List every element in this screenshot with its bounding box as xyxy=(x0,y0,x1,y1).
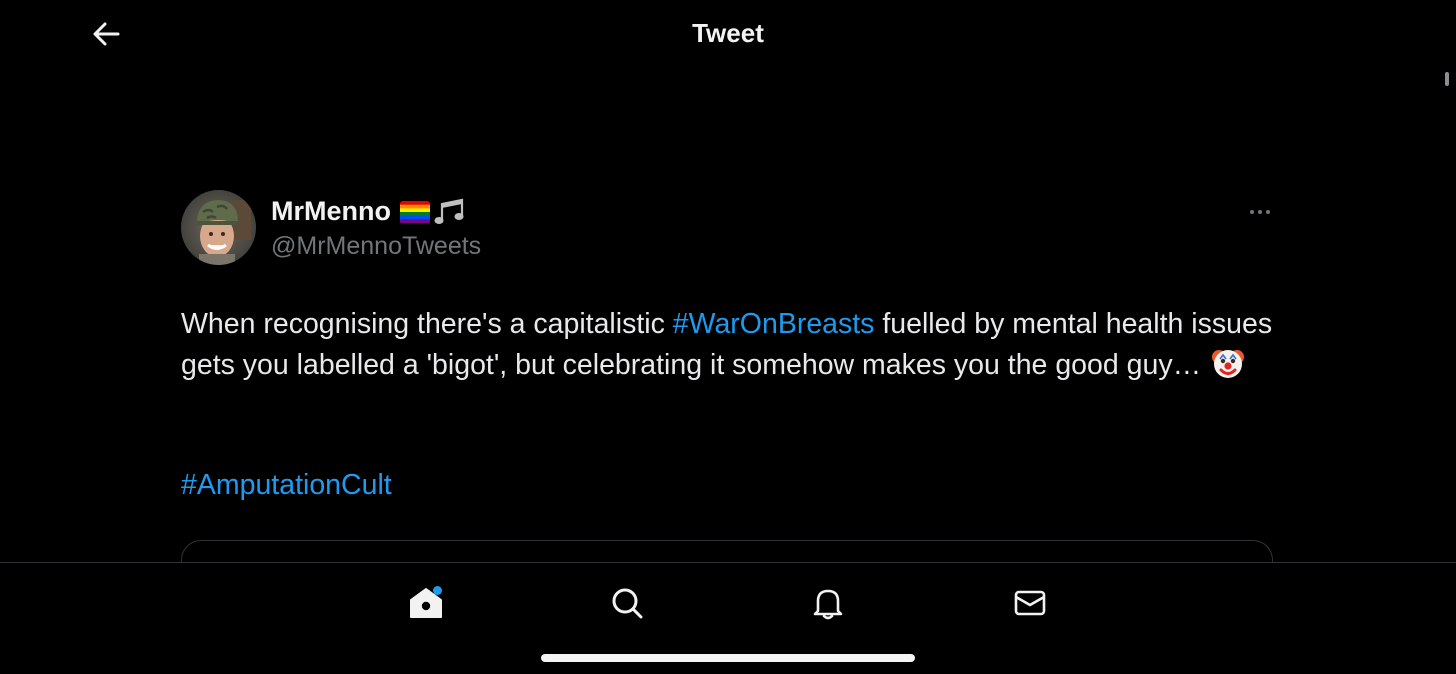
search-icon xyxy=(612,588,643,619)
more-dot-icon xyxy=(1250,210,1254,214)
hashtag-link[interactable]: #AmputationCult xyxy=(181,465,392,505)
musical-notes-icon xyxy=(434,198,464,224)
clown-face-icon xyxy=(1212,349,1245,378)
author-handle[interactable]: @MrMennoTweets xyxy=(271,232,481,261)
page-title: Tweet xyxy=(692,18,764,48)
more-options-button[interactable] xyxy=(1245,200,1275,224)
nav-home-button[interactable] xyxy=(404,581,448,625)
top-header: Tweet xyxy=(0,0,1456,70)
name-emojis xyxy=(400,198,468,226)
tweet-text-part: When recognising there's a capitalistic xyxy=(181,308,673,340)
avatar[interactable] xyxy=(181,190,256,265)
mail-icon xyxy=(1014,590,1046,616)
home-indicator[interactable] xyxy=(541,654,915,662)
more-dot-icon xyxy=(1266,210,1270,214)
hashtag-link[interactable]: #WarOnBreasts xyxy=(673,308,875,340)
bell-icon xyxy=(813,589,843,620)
notification-dot xyxy=(433,586,442,595)
rainbow-flag-icon xyxy=(400,201,430,223)
bottom-nav xyxy=(0,562,1456,674)
nav-search-button[interactable] xyxy=(605,581,649,625)
tweet-body: When recognising there's a capitalistic … xyxy=(181,304,1281,385)
more-dot-icon xyxy=(1258,210,1262,214)
nav-messages-button[interactable] xyxy=(1008,581,1052,625)
tweet-author: MrMenno @MrMennoTweets xyxy=(181,190,1273,268)
scrollbar-thumb[interactable] xyxy=(1445,72,1449,86)
nav-notifications-button[interactable] xyxy=(806,581,850,625)
author-display-name[interactable]: MrMenno xyxy=(271,196,391,227)
